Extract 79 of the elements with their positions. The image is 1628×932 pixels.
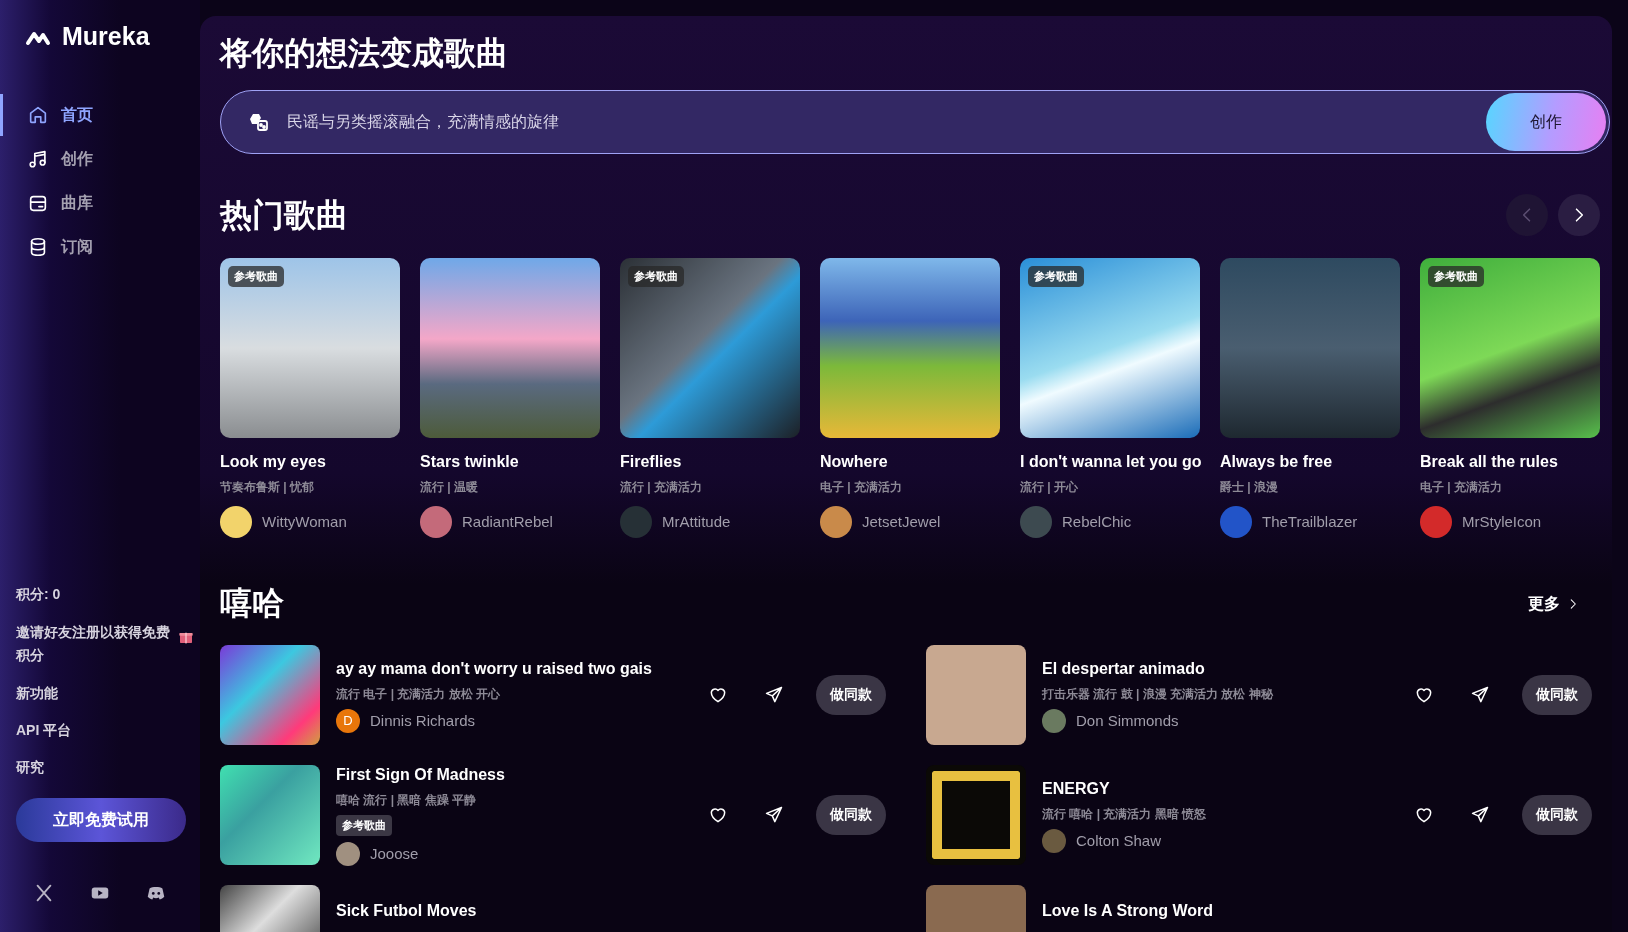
author-name[interactable]: JetsetJewel [862, 511, 941, 534]
cover-art[interactable] [220, 258, 400, 439]
song-title[interactable]: First Sign Of Madness [336, 763, 688, 788]
song-tags: 流行 | 温暖 [420, 478, 600, 497]
reference-song-badge: 参考歌曲 [1428, 266, 1484, 287]
song-tags: 电子 | 充满活力 [1420, 478, 1600, 497]
song-tags: 流行 | 充满活力 [620, 478, 800, 497]
reference-song-badge: 参考歌曲 [628, 266, 684, 287]
author-name[interactable]: RadiantRebel [462, 511, 553, 534]
avatar [420, 506, 452, 539]
song-tags: 流行 电子 | 充满活力 放松 开心 [336, 684, 688, 703]
song-tags: 电子 | 充满活力 [820, 478, 1000, 497]
sidebar-link[interactable]: API 平台 [16, 720, 184, 741]
song-title[interactable]: Love Is A Strong Word [1042, 898, 1592, 923]
cover-art[interactable] [1420, 258, 1600, 439]
avatar [1420, 506, 1452, 539]
invite-link[interactable]: 邀请好友注册以获得免费积分 [16, 620, 170, 667]
avatar [1042, 708, 1066, 733]
song-title[interactable]: ay ay mama don't worry u raised two gais [336, 656, 688, 681]
avatar: D [336, 708, 360, 733]
song-title[interactable]: Break all the rules [1420, 450, 1600, 475]
author-name[interactable]: MrAttitude [662, 511, 731, 534]
avatar [1220, 506, 1252, 539]
send-icon [1470, 804, 1490, 825]
cover-art[interactable] [926, 764, 1026, 865]
send-icon [764, 684, 784, 705]
section-title: 热门歌曲 [220, 196, 348, 235]
make-similar-button[interactable]: 做同款 [1522, 674, 1592, 715]
nav-item[interactable]: 曲库 [0, 181, 200, 224]
send-icon [1470, 684, 1490, 705]
song-tags: 打击乐器 流行 鼓 | 浪漫 充满活力 放松 神秘 [1042, 684, 1394, 703]
create-button[interactable]: 创作 [1486, 93, 1606, 152]
song-title[interactable]: El despertar animado [1042, 656, 1394, 681]
song-tags: 嘻哈 流行 | 黑暗 焦躁 平静 [336, 791, 688, 810]
author-name[interactable]: RebelChic [1062, 511, 1132, 534]
author-name[interactable]: WittyWoman [262, 511, 347, 534]
nav-item[interactable]: 订阅 [0, 225, 200, 268]
cover-art[interactable] [1020, 258, 1200, 439]
author-name[interactable]: Colton Shaw [1076, 829, 1162, 853]
brand-name: Mureka [62, 21, 150, 52]
song-tags: 流行 | 开心 [1020, 478, 1200, 497]
song-title[interactable]: Always be free [1220, 450, 1400, 475]
avatar [1042, 828, 1066, 853]
avatar [1020, 506, 1052, 539]
song-title[interactable]: Sick Futbol Moves [336, 898, 886, 923]
page-title: 将你的想法变成歌曲 [220, 34, 509, 73]
make-similar-button[interactable]: 做同款 [1522, 794, 1592, 835]
song-title[interactable]: Fireflies [620, 450, 800, 475]
sidebar-link[interactable]: 新功能 [16, 683, 184, 704]
song-title[interactable]: Stars twinkle [420, 450, 600, 475]
free-trial-button[interactable]: 立即免费试用 [16, 798, 186, 842]
reference-song-badge: 参考歌曲 [336, 815, 392, 836]
song-title[interactable]: ENERGY [1042, 776, 1394, 801]
author-name[interactable]: Dinnis Richards [370, 709, 476, 733]
section-title: 嘻哈 [220, 584, 284, 623]
send-icon [764, 804, 784, 825]
song-tags: 爵士 | 浪漫 [1220, 478, 1400, 497]
avatar [820, 506, 852, 539]
avatar [220, 506, 252, 539]
avatar [620, 506, 652, 539]
credits-text: 积分: 0 [16, 584, 62, 604]
make-similar-button[interactable]: 做同款 [816, 794, 886, 835]
prompt-field[interactable]: 民谣与另类摇滚融合，充满情感的旋律 创作 [220, 90, 1610, 155]
make-similar-button[interactable]: 做同款 [816, 674, 886, 715]
avatar [336, 842, 360, 867]
song-title[interactable]: I don't wanna let you go [1020, 450, 1200, 475]
song-tags: 节奏布鲁斯 | 忧郁 [220, 478, 400, 497]
author-name[interactable]: MrStyleIcon [1462, 511, 1542, 534]
reference-song-badge: 参考歌曲 [1028, 266, 1084, 287]
song-title[interactable]: Nowhere [820, 450, 1000, 475]
reference-song-badge: 参考歌曲 [228, 266, 284, 287]
author-name[interactable]: TheTrailblazer [1262, 511, 1358, 534]
more-link[interactable]: 更多 [1528, 591, 1580, 616]
sidebar-link[interactable]: 研究 [16, 757, 184, 778]
song-title[interactable]: Look my eyes [220, 450, 400, 475]
song-tags: 流行 嘻哈 | 充满活力 黑暗 愤怒 [1042, 804, 1394, 823]
nav-item[interactable]: 创作 [0, 137, 200, 180]
author-name[interactable]: Don Simmonds [1076, 709, 1179, 733]
author-name[interactable]: Jooose [370, 843, 419, 866]
